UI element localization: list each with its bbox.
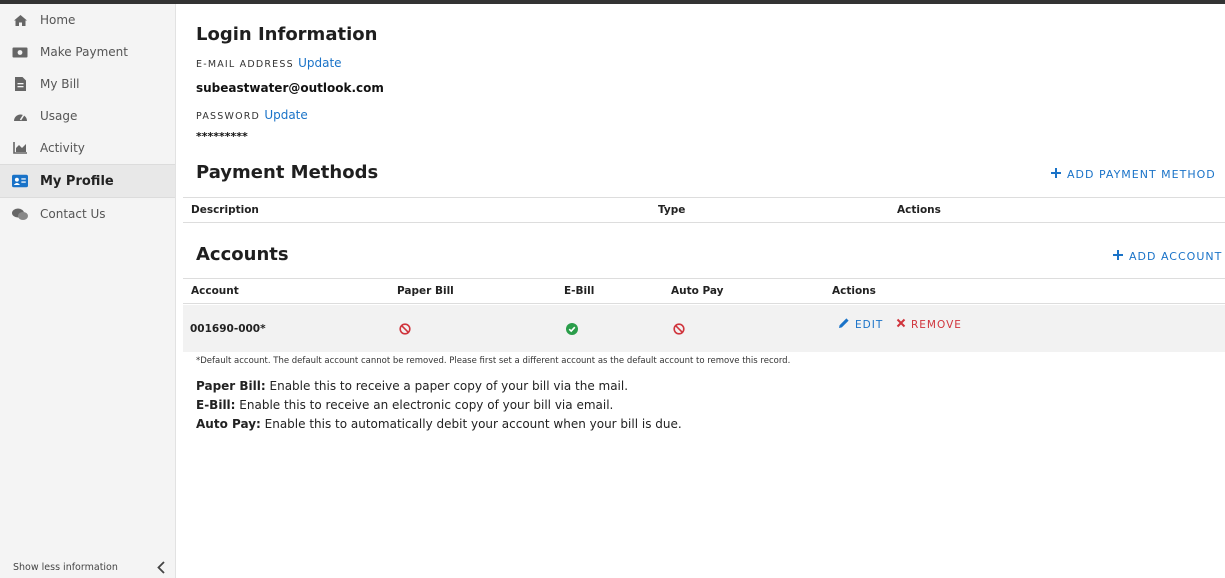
accounts-title: Accounts	[196, 244, 289, 265]
payment-methods-title: Payment Methods	[196, 162, 379, 183]
plus-icon	[1113, 250, 1123, 263]
pencil-icon	[838, 317, 850, 332]
default-account-note: *Default account. The default account ca…	[196, 356, 791, 366]
sidebar-item-my-bill[interactable]: My Bill	[0, 68, 175, 100]
sidebar-item-home[interactable]: Home	[0, 4, 175, 36]
payment-methods-table-header: Description Type Actions	[183, 197, 1225, 223]
sidebar-item-label: Usage	[40, 109, 78, 123]
column-header-paper-bill: Paper Bill	[397, 285, 454, 297]
sidebar-item-activity[interactable]: Activity	[0, 132, 175, 164]
password-label-row: PASSWORD Update	[196, 108, 308, 122]
add-account-label: ADD ACCOUNT	[1129, 250, 1223, 263]
plus-icon	[1051, 168, 1061, 181]
email-label-row: E-MAIL ADDRESS Update	[196, 56, 342, 70]
password-label: PASSWORD	[196, 111, 261, 122]
password-value: *********	[196, 130, 248, 143]
sidebar-item-label: Make Payment	[40, 45, 128, 59]
column-header-type: Type	[658, 204, 686, 216]
sidebar-nav: Home Make Payment My Bill Usage Activity…	[0, 4, 176, 578]
sidebar-item-usage[interactable]: Usage	[0, 100, 175, 132]
legend-e-bill: E-Bill: Enable this to receive an electr…	[196, 398, 613, 412]
sidebar-item-my-profile[interactable]: My Profile	[0, 164, 175, 198]
sidebar-item-contact-us[interactable]: Contact Us	[0, 198, 175, 230]
column-header-account: Account	[191, 285, 239, 297]
bill-icon	[12, 76, 28, 92]
money-icon	[12, 44, 28, 60]
email-update-link[interactable]: Update	[298, 56, 341, 70]
column-header-actions: Actions	[832, 285, 876, 297]
chart-icon	[12, 140, 28, 156]
legend-term: Paper Bill:	[196, 379, 266, 393]
column-header-e-bill: E-Bill	[564, 285, 595, 297]
account-number: 001690-000*	[190, 322, 266, 335]
sidebar-item-label: My Profile	[40, 173, 114, 189]
legend-desc: Enable this to automatically debit your …	[260, 417, 682, 431]
column-header-actions: Actions	[897, 204, 941, 216]
email-label: E-MAIL ADDRESS	[196, 59, 294, 70]
chevron-left-icon[interactable]	[154, 559, 168, 575]
sidebar-item-label: Contact Us	[40, 207, 106, 221]
login-info-title: Login Information	[196, 24, 378, 45]
legend-paper-bill: Paper Bill: Enable this to receive a pap…	[196, 379, 628, 393]
legend-term: E-Bill:	[196, 398, 236, 412]
email-value: subeastwater@outlook.com	[196, 81, 384, 95]
remove-account-button[interactable]: REMOVE	[896, 301, 962, 348]
password-update-link[interactable]: Update	[264, 108, 307, 122]
remove-label: REMOVE	[911, 318, 962, 331]
accounts-table-header: Account Paper Bill E-Bill Auto Pay Actio…	[183, 278, 1225, 304]
legend-auto-pay: Auto Pay: Enable this to automatically d…	[196, 417, 682, 431]
gauge-icon	[12, 108, 28, 124]
main-content: Login Information E-MAIL ADDRESS Update …	[183, 4, 1225, 578]
sidebar-item-label: My Bill	[40, 77, 80, 91]
edit-account-button[interactable]: EDIT	[838, 301, 883, 348]
add-payment-method-button[interactable]: ADD PAYMENT METHOD	[1051, 168, 1216, 181]
sidebar-item-label: Home	[40, 13, 76, 27]
table-row: 001690-000* EDIT REMOVE	[183, 305, 1225, 352]
legend-desc: Enable this to receive a paper copy of y…	[265, 379, 629, 393]
profile-card-icon	[12, 173, 28, 189]
legend-term: Auto Pay:	[196, 417, 261, 431]
auto-pay-disabled-icon[interactable]	[673, 305, 685, 352]
show-less-toggle[interactable]: Show less information	[13, 562, 118, 573]
sidebar-item-label: Activity	[40, 141, 85, 155]
add-payment-method-label: ADD PAYMENT METHOD	[1067, 168, 1216, 181]
close-icon	[896, 318, 906, 331]
chat-icon	[12, 206, 28, 222]
legend-desc: Enable this to receive an electronic cop…	[235, 398, 614, 412]
sidebar-item-make-payment[interactable]: Make Payment	[0, 36, 175, 68]
paper-bill-disabled-icon[interactable]	[399, 305, 411, 352]
column-header-description: Description	[191, 204, 259, 216]
home-icon	[12, 12, 28, 28]
add-account-button[interactable]: ADD ACCOUNT	[1113, 250, 1222, 263]
edit-label: EDIT	[855, 318, 884, 331]
column-header-auto-pay: Auto Pay	[671, 285, 724, 297]
e-bill-enabled-icon[interactable]	[566, 305, 578, 352]
